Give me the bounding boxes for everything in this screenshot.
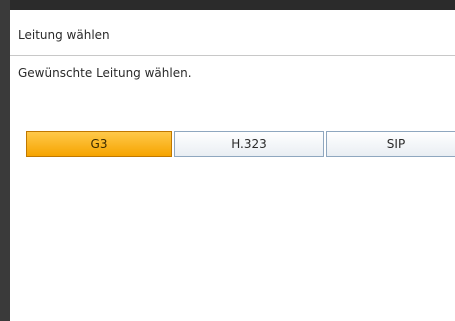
g3-button-label: G3 [90,137,108,151]
line-option-group: G3 H.323 SIP [26,131,455,157]
g3-button[interactable]: G3 [26,131,172,157]
left-frame [0,0,10,321]
top-frame [0,0,455,10]
instruction-text: Gewünschte Leitung wählen. [18,66,192,80]
sip-button-label: SIP [386,137,406,151]
h323-button[interactable]: H.323 [174,131,324,157]
title-bar: Leitung wählen [10,10,455,56]
line-selection-screen: Leitung wählen Gewünschte Leitung wählen… [0,0,455,321]
dialog-content: Gewünschte Leitung wählen. G3 H.323 SIP [10,56,455,321]
sip-button[interactable]: SIP [326,131,455,157]
dialog-title: Leitung wählen [18,28,110,42]
h323-button-label: H.323 [231,137,267,151]
